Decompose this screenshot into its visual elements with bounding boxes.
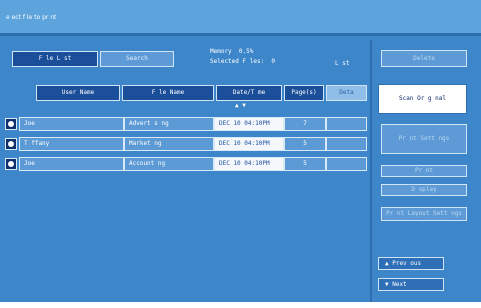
delete-button[interactable]: Delete	[381, 50, 467, 67]
column-file-name[interactable]: F le Name	[122, 85, 214, 101]
window-title: e ect f le to pr nt	[6, 14, 57, 21]
cell-user: Joe	[19, 157, 124, 171]
table-row[interactable]: Joe Account ng DEC 10 04:10PM 5	[5, 157, 367, 171]
previous-button[interactable]: ▲ Prev ous	[378, 257, 444, 270]
selected-files-value: 0	[271, 58, 276, 65]
cell-file: Account ng	[124, 157, 214, 171]
scan-original-button[interactable]: Scan Or g nal	[378, 84, 467, 114]
tab-file-list[interactable]: F le L st	[12, 51, 98, 67]
cell-datetime: DEC 10 04:10PM	[214, 117, 284, 131]
column-detail[interactable]: Deta	[326, 85, 367, 101]
memory-info: Memory 0.5%	[210, 48, 253, 55]
cell-datetime: DEC 10 04:10PM	[214, 137, 284, 151]
cell-detail	[326, 137, 367, 151]
print-layout-settings-button[interactable]: Pr nt Layout Sett ngs	[381, 207, 467, 221]
memory-value: 0.5%	[238, 48, 254, 55]
title-bar: e ect f le to pr nt	[0, 0, 481, 36]
list-label: L st	[335, 60, 350, 67]
column-pages[interactable]: Page(s)	[284, 85, 324, 101]
print-settings-button[interactable]: Pr nt Sett ngs	[381, 124, 467, 154]
panel-divider	[370, 40, 372, 302]
table-row[interactable]: T ffany Market ng DEC 10 04:10PM 5	[5, 137, 367, 151]
cell-pages: 5	[284, 157, 326, 171]
column-user-name[interactable]: User Name	[36, 85, 120, 101]
cell-datetime: DEC 10 04:10PM	[214, 157, 284, 171]
cell-pages: 7	[284, 117, 326, 131]
file-status-icon[interactable]	[5, 158, 17, 170]
cell-detail	[326, 157, 367, 171]
column-date-time[interactable]: Date/T me	[216, 85, 282, 101]
sort-indicator[interactable]: ▲ ▼	[235, 102, 246, 109]
cell-detail	[326, 117, 367, 131]
next-button[interactable]: ▼ Next	[378, 278, 444, 291]
tab-search[interactable]: Search	[100, 51, 174, 67]
file-status-icon[interactable]	[5, 138, 17, 150]
selected-files-label: Selected F les:	[210, 58, 265, 65]
display-button[interactable]: D splay	[381, 184, 467, 196]
print-button[interactable]: Pr nt	[381, 165, 467, 177]
cell-user: T ffany	[19, 137, 124, 151]
memory-label: Memory	[210, 48, 232, 55]
cell-file: Advert s ng	[124, 117, 214, 131]
table-row[interactable]: Joe Advert s ng DEC 10 04:10PM 7	[5, 117, 367, 131]
cell-pages: 5	[284, 137, 326, 151]
table-header: User Name F le Name Date/T me Page(s) De…	[12, 85, 367, 101]
screen: e ect f le to pr nt F le L st Search Mem…	[0, 0, 481, 308]
cell-file: Market ng	[124, 137, 214, 151]
cell-user: Joe	[19, 117, 124, 131]
selected-files-info: Selected F les: 0	[210, 58, 275, 65]
file-status-icon[interactable]	[5, 118, 17, 130]
